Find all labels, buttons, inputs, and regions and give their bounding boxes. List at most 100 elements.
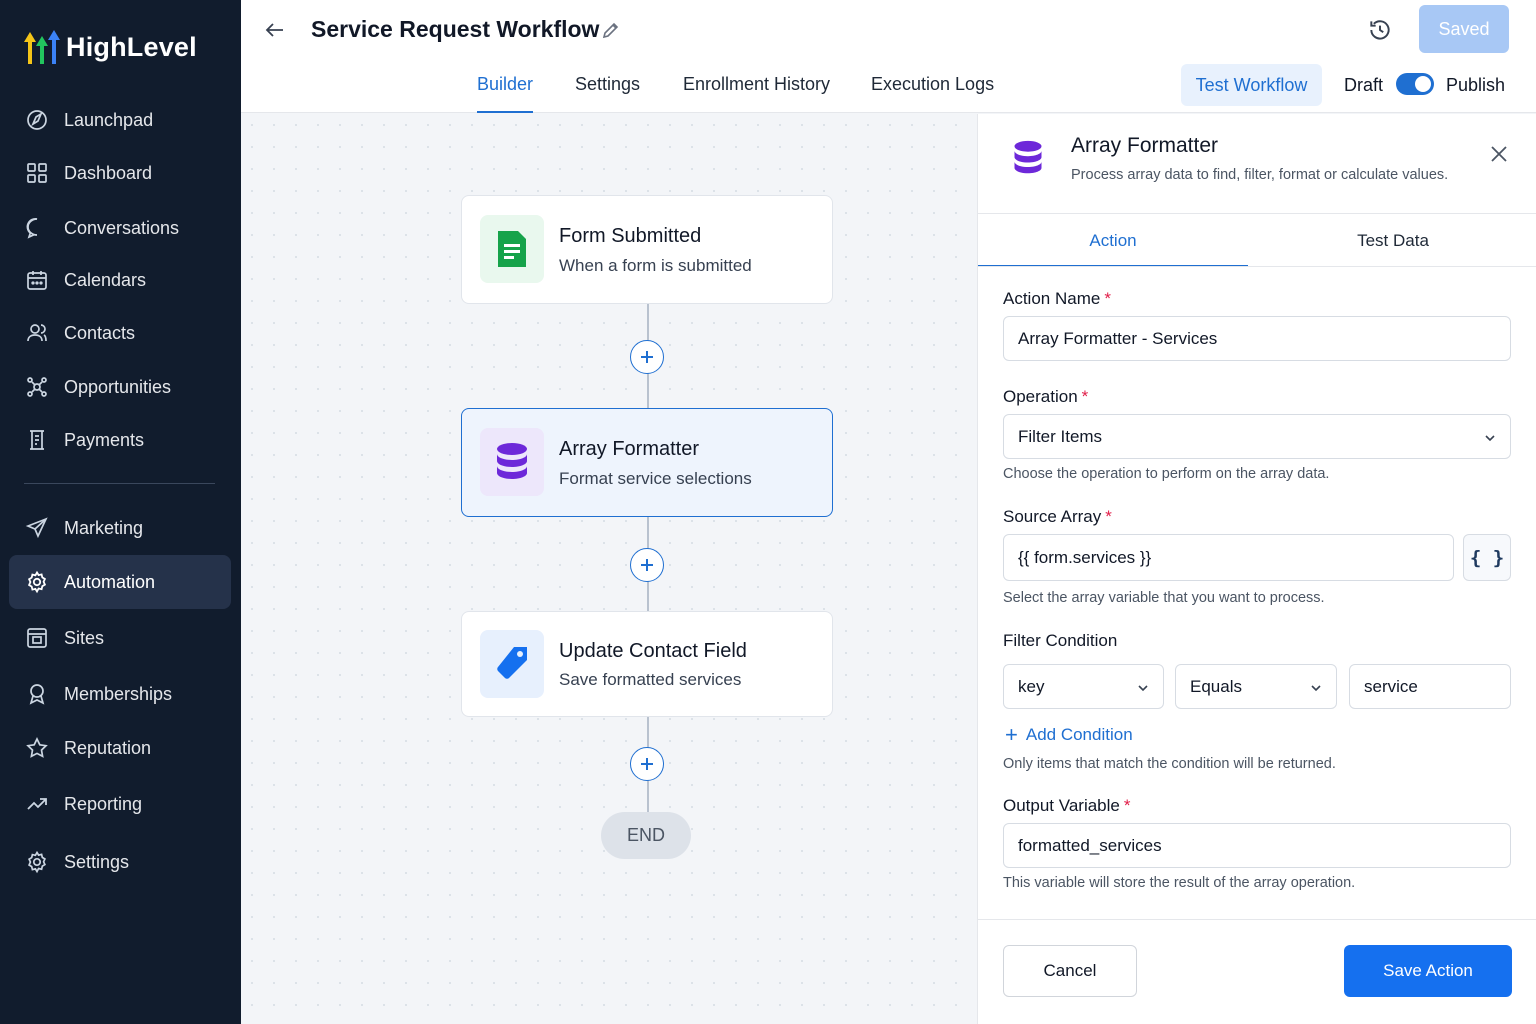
workflow-header: Service Request Workflow Saved Builder S… [241,0,1536,113]
sidebar-item-label: Opportunities [64,376,172,397]
pencil-icon[interactable] [601,20,621,40]
output-variable-label: Output Variable * [1003,796,1131,815]
add-condition-label: Add Condition [1025,725,1133,744]
paper-plane-icon [24,515,50,541]
add-step-button[interactable] [630,747,664,781]
source-array-hint: Select the array variable that you want … [1003,590,1325,606]
action-name-input[interactable]: Array Formatter - Services [1003,316,1511,361]
panel-title: Array Formatter [1071,134,1219,157]
divider [978,919,1536,920]
sidebar-item-reporting[interactable]: Reporting [9,777,231,831]
variable-picker-button[interactable]: { } [1463,534,1511,581]
sidebar-item-memberships[interactable]: Memberships [9,667,231,721]
sidebar-item-label: Automation [64,571,156,592]
sidebar-item-payments[interactable]: Payments [9,413,231,467]
add-step-button[interactable] [630,548,664,582]
workflow-canvas[interactable]: Form Submitted When a form is submitted … [241,114,977,1024]
highlevel-logo-icon [22,28,64,66]
award-icon [24,681,50,707]
history-icon[interactable] [1367,17,1393,43]
output-variable-input[interactable]: formatted_services [1003,823,1511,868]
sites-icon [24,625,50,651]
launchpad-icon [24,107,50,133]
sidebar-item-contacts[interactable]: Contacts [9,306,231,360]
tab-action[interactable]: Action [978,215,1248,267]
sidebar-item-label: Calendars [64,269,147,290]
save-action-button[interactable]: Save Action [1344,945,1512,997]
trend-icon [24,791,50,817]
plus-icon: + [1005,722,1018,747]
publish-label: Publish [1446,75,1506,95]
sidebar-item-marketing[interactable]: Marketing [9,501,231,555]
node-subtitle: When a form is submitted [559,256,752,275]
sidebar-item-label: Contacts [64,322,136,343]
tab-execution-logs[interactable]: Execution Logs [871,74,994,113]
divider [978,213,1536,214]
sidebar-item-launchpad[interactable]: Launchpad [9,93,231,147]
sidebar-item-label: Launchpad [64,109,154,130]
source-array-label: Source Array * [1003,507,1112,526]
database-icon [1012,140,1044,176]
sidebar-item-label: Reporting [64,793,143,814]
sidebar-item-settings[interactable]: Settings [9,835,231,889]
sidebar-item-calendars[interactable]: Calendars [9,253,231,307]
sidebar-item-label: Sites [64,627,105,648]
divider [978,266,1536,267]
filter-condition-label: Filter Condition [1003,631,1118,650]
workflow-node-update-contact[interactable]: Update Contact Field Save formatted serv… [461,611,833,717]
tab-enrollment-history[interactable]: Enrollment History [683,74,830,113]
node-subtitle: Format service selections [559,469,752,488]
action-name-label: Action Name * [1003,289,1111,308]
opportunities-icon [24,374,50,400]
panel-description: Process array data to find, filter, form… [1071,167,1449,183]
chat-bubble-icon [24,215,50,241]
cancel-button[interactable]: Cancel [1003,945,1137,997]
tab-builder[interactable]: Builder [477,74,534,113]
sidebar-item-label: Settings [64,851,130,872]
tag-icon [480,630,544,698]
sidebar-item-label: Reputation [64,737,152,758]
sidebar-item-conversations[interactable]: Conversations [9,201,231,255]
sidebar-item-sites[interactable]: Sites [9,611,231,665]
chevron-down-icon [1309,680,1323,694]
condition-value-input[interactable]: service [1349,664,1511,709]
action-config-panel: Array Formatter Process array data to fi… [977,114,1536,1024]
dashboard-icon [24,160,50,186]
add-step-button[interactable] [630,340,664,374]
sidebar-item-opportunities[interactable]: Opportunities [9,360,231,414]
test-workflow-button[interactable]: Test Workflow [1181,64,1322,106]
back-arrow-icon[interactable] [263,18,287,42]
tab-test-data[interactable]: Test Data [1258,215,1528,267]
source-array-input[interactable]: {{ form.services }} [1003,534,1454,581]
add-condition-button[interactable]: + Add Condition [1005,724,1133,746]
contacts-icon [24,320,50,346]
saved-button[interactable]: Saved [1419,5,1509,53]
sidebar-item-label: Dashboard [64,162,153,183]
operation-select[interactable]: Filter Items [1003,414,1511,459]
sidebar-item-label: Memberships [64,683,173,704]
sidebar-item-label: Conversations [64,217,180,238]
sidebar-item-dashboard[interactable]: Dashboard [9,146,231,200]
settings-gear-icon [24,849,50,875]
form-document-icon [480,215,544,283]
star-icon [24,735,50,761]
sidebar-item-reputation[interactable]: Reputation [9,721,231,775]
workflow-node-trigger[interactable]: Form Submitted When a form is submitted [461,195,833,304]
draft-label: Draft [1344,75,1384,95]
sidebar: HighLevel Launchpad Dashboard Conversati… [0,0,241,1024]
condition-operator-select[interactable]: Equals [1175,664,1337,709]
sidebar-item-label: Marketing [64,517,144,538]
workflow-node-array-formatter[interactable]: Array Formatter Format service selection… [461,408,833,517]
tab-settings[interactable]: Settings [575,74,640,113]
sidebar-item-automation[interactable]: Automation [9,555,231,609]
toggle-knob [1415,76,1431,92]
node-subtitle: Save formatted services [559,670,742,689]
output-variable-hint: This variable will store the result of t… [1003,875,1356,891]
condition-field-select[interactable]: key [1003,664,1164,709]
filter-condition-hint: Only items that match the condition will… [1003,756,1336,772]
publish-toggle[interactable] [1396,73,1434,95]
gear-icon [24,569,50,595]
chevron-down-icon [1136,680,1150,694]
brand-logo[interactable]: HighLevel [22,28,197,66]
close-icon[interactable] [1489,144,1509,164]
